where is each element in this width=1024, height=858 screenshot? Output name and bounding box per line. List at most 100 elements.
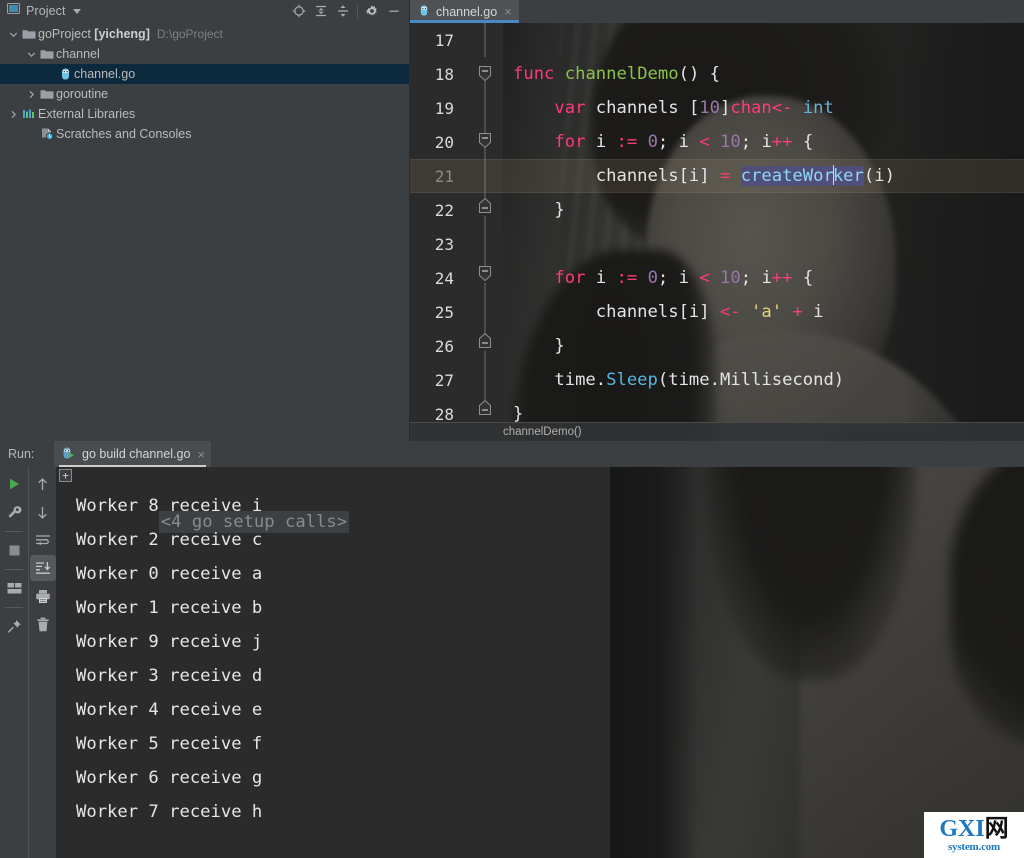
breadcrumb[interactable]: channelDemo()	[410, 422, 1024, 441]
gutter-line-23: 23	[410, 227, 503, 261]
settings-gear-icon[interactable]	[361, 1, 383, 21]
toolbar-divider	[357, 4, 358, 18]
collapse-all-icon[interactable]	[332, 1, 354, 21]
line-number: 24	[434, 268, 454, 288]
chevron-down-icon[interactable]	[72, 8, 81, 14]
token-keyword: chan	[730, 98, 772, 118]
code-line-23[interactable]	[503, 227, 1024, 261]
editor-body[interactable]: 17 18 19 20 21 22 23 24 25 26 27 28 func…	[410, 23, 1024, 441]
code-line-27[interactable]: time.Sleep(time.Millisecond)	[503, 363, 1024, 397]
console-line: Worker 5 receive f	[76, 734, 263, 754]
hide-panel-icon[interactable]	[383, 1, 405, 21]
chevron-right-icon[interactable]	[6, 104, 20, 124]
tree-item-external-libraries[interactable]: External Libraries	[0, 104, 409, 124]
go-file-icon	[56, 64, 74, 84]
code-line-22[interactable]: }	[503, 193, 1024, 227]
print-button[interactable]	[30, 583, 56, 609]
token-operator: <-	[719, 302, 741, 322]
gutter-line-25: 25	[410, 295, 503, 329]
editor-gutter[interactable]: 17 18 19 20 21 22 23 24 25 26 27 28	[410, 23, 503, 441]
stop-button[interactable]	[1, 537, 27, 563]
token-keyword: for	[554, 132, 586, 152]
clear-all-trash-button[interactable]	[30, 611, 56, 637]
tree-item-channel[interactable]: channel	[0, 44, 409, 64]
editor-tab-label: channel.go	[436, 4, 498, 19]
chevron-down-icon[interactable]	[24, 44, 38, 64]
soft-wrap-button[interactable]	[30, 527, 56, 553]
pin-tab-button[interactable]	[1, 613, 27, 639]
tree-item-scratches-and-consoles[interactable]: Scratches and Consoles	[0, 124, 409, 144]
libraries-icon	[20, 104, 38, 124]
run-tab-go-build[interactable]: go build channel.go ×	[54, 441, 212, 467]
go-file-icon	[418, 4, 430, 20]
console-line: Worker 6 receive g	[76, 768, 263, 788]
expand-all-icon[interactable]	[310, 1, 332, 21]
fold-region	[456, 363, 503, 397]
code-line-24[interactable]: for i := 0; i < 10; i++ {	[503, 261, 1024, 295]
code-line-26[interactable]: }	[503, 329, 1024, 363]
line-number: 25	[434, 302, 454, 322]
gutter-line-17: 17	[410, 23, 503, 57]
fold-marker-end[interactable]	[456, 193, 503, 227]
project-toolbar	[288, 1, 405, 21]
tab-bar-empty-area	[518, 0, 1024, 23]
line-number: 18	[434, 64, 454, 84]
identifier-part-2: ker	[832, 166, 864, 186]
fold-marker-start[interactable]	[456, 57, 503, 91]
close-icon[interactable]: ×	[197, 447, 205, 462]
fold-marker-end[interactable]	[456, 329, 503, 363]
console-line: Worker 7 receive h	[76, 802, 263, 822]
chevron-down-icon[interactable]	[6, 24, 20, 44]
chevron-right-icon[interactable]	[24, 84, 38, 104]
editor-tab-channel-go[interactable]: channel.go ×	[410, 0, 519, 23]
code-line-20[interactable]: for i := 0; i < 10; i++ {	[503, 125, 1024, 159]
scroll-to-end-button[interactable]	[29, 555, 56, 581]
console-line: Worker 1 receive b	[76, 598, 263, 618]
gutter-line-19: 19	[410, 91, 503, 125]
project-window-icon	[7, 2, 20, 20]
folder-icon	[38, 84, 56, 104]
tree-item-label: channel	[56, 47, 100, 61]
close-icon[interactable]: ×	[504, 5, 512, 18]
console-line: Worker 4 receive e	[76, 700, 263, 720]
console-fold-line[interactable]: + <4 go setup calls>	[56, 467, 1024, 533]
up-the-stack-button[interactable]	[30, 471, 56, 497]
run-panel-label: Run:	[8, 447, 35, 461]
console-line: Worker 0 receive a	[76, 564, 263, 584]
fold-region	[456, 91, 503, 125]
layout-button[interactable]	[1, 575, 27, 601]
project-tree[interactable]: goProject [yicheng] D:\goProject channel	[0, 22, 409, 441]
token-number: 0	[647, 132, 658, 152]
tree-item-path: D:\goProject	[156, 27, 223, 41]
locate-file-icon[interactable]	[288, 1, 310, 21]
token-number: 10	[720, 268, 741, 288]
editor-code[interactable]: func channelDemo() { var channels [10]ch…	[410, 23, 1024, 441]
tree-item-goproject[interactable]: goProject [yicheng] D:\goProject	[0, 24, 409, 44]
highlighted-identifier[interactable]: createWorker	[740, 165, 864, 186]
token-number: 10	[699, 98, 720, 118]
tree-item-channel-go[interactable]: channel.go	[0, 64, 409, 84]
console-line: Worker 3 receive d	[76, 666, 263, 686]
rerun-button[interactable]	[1, 471, 27, 497]
token-method-call: Sleep	[606, 370, 658, 390]
run-panel-header: Run: go build channel.go ×	[0, 441, 1024, 467]
ide-window: Project goProject [yicheng] D:\goProject…	[0, 0, 1024, 858]
fold-marker-start[interactable]	[456, 125, 503, 159]
fold-marker-start[interactable]	[456, 261, 503, 295]
expand-fold-icon[interactable]: +	[59, 469, 72, 482]
down-the-stack-button[interactable]	[30, 499, 56, 525]
tree-item-goroutine[interactable]: goroutine	[0, 84, 409, 104]
code-line-18[interactable]: func channelDemo() {	[503, 57, 1024, 91]
code-line-25[interactable]: channels[i] <- 'a' + i	[503, 295, 1024, 329]
code-line-21-current[interactable]: channels[i] = createWorker(i)	[410, 159, 1024, 193]
run-toolbar-left-column	[0, 467, 28, 858]
settings-wrench-button[interactable]	[1, 499, 27, 525]
tree-item-label: External Libraries	[38, 107, 136, 121]
code-line-19[interactable]: var channels [10]chan<- int	[503, 91, 1024, 125]
code-line-17[interactable]	[503, 23, 1024, 57]
gutter-line-18: 18	[410, 57, 503, 91]
run-toolbar	[0, 467, 56, 858]
console-output[interactable]: + <4 go setup calls> Worker 8 receive i …	[56, 467, 1024, 858]
tree-item-label: channel.go	[74, 67, 136, 81]
